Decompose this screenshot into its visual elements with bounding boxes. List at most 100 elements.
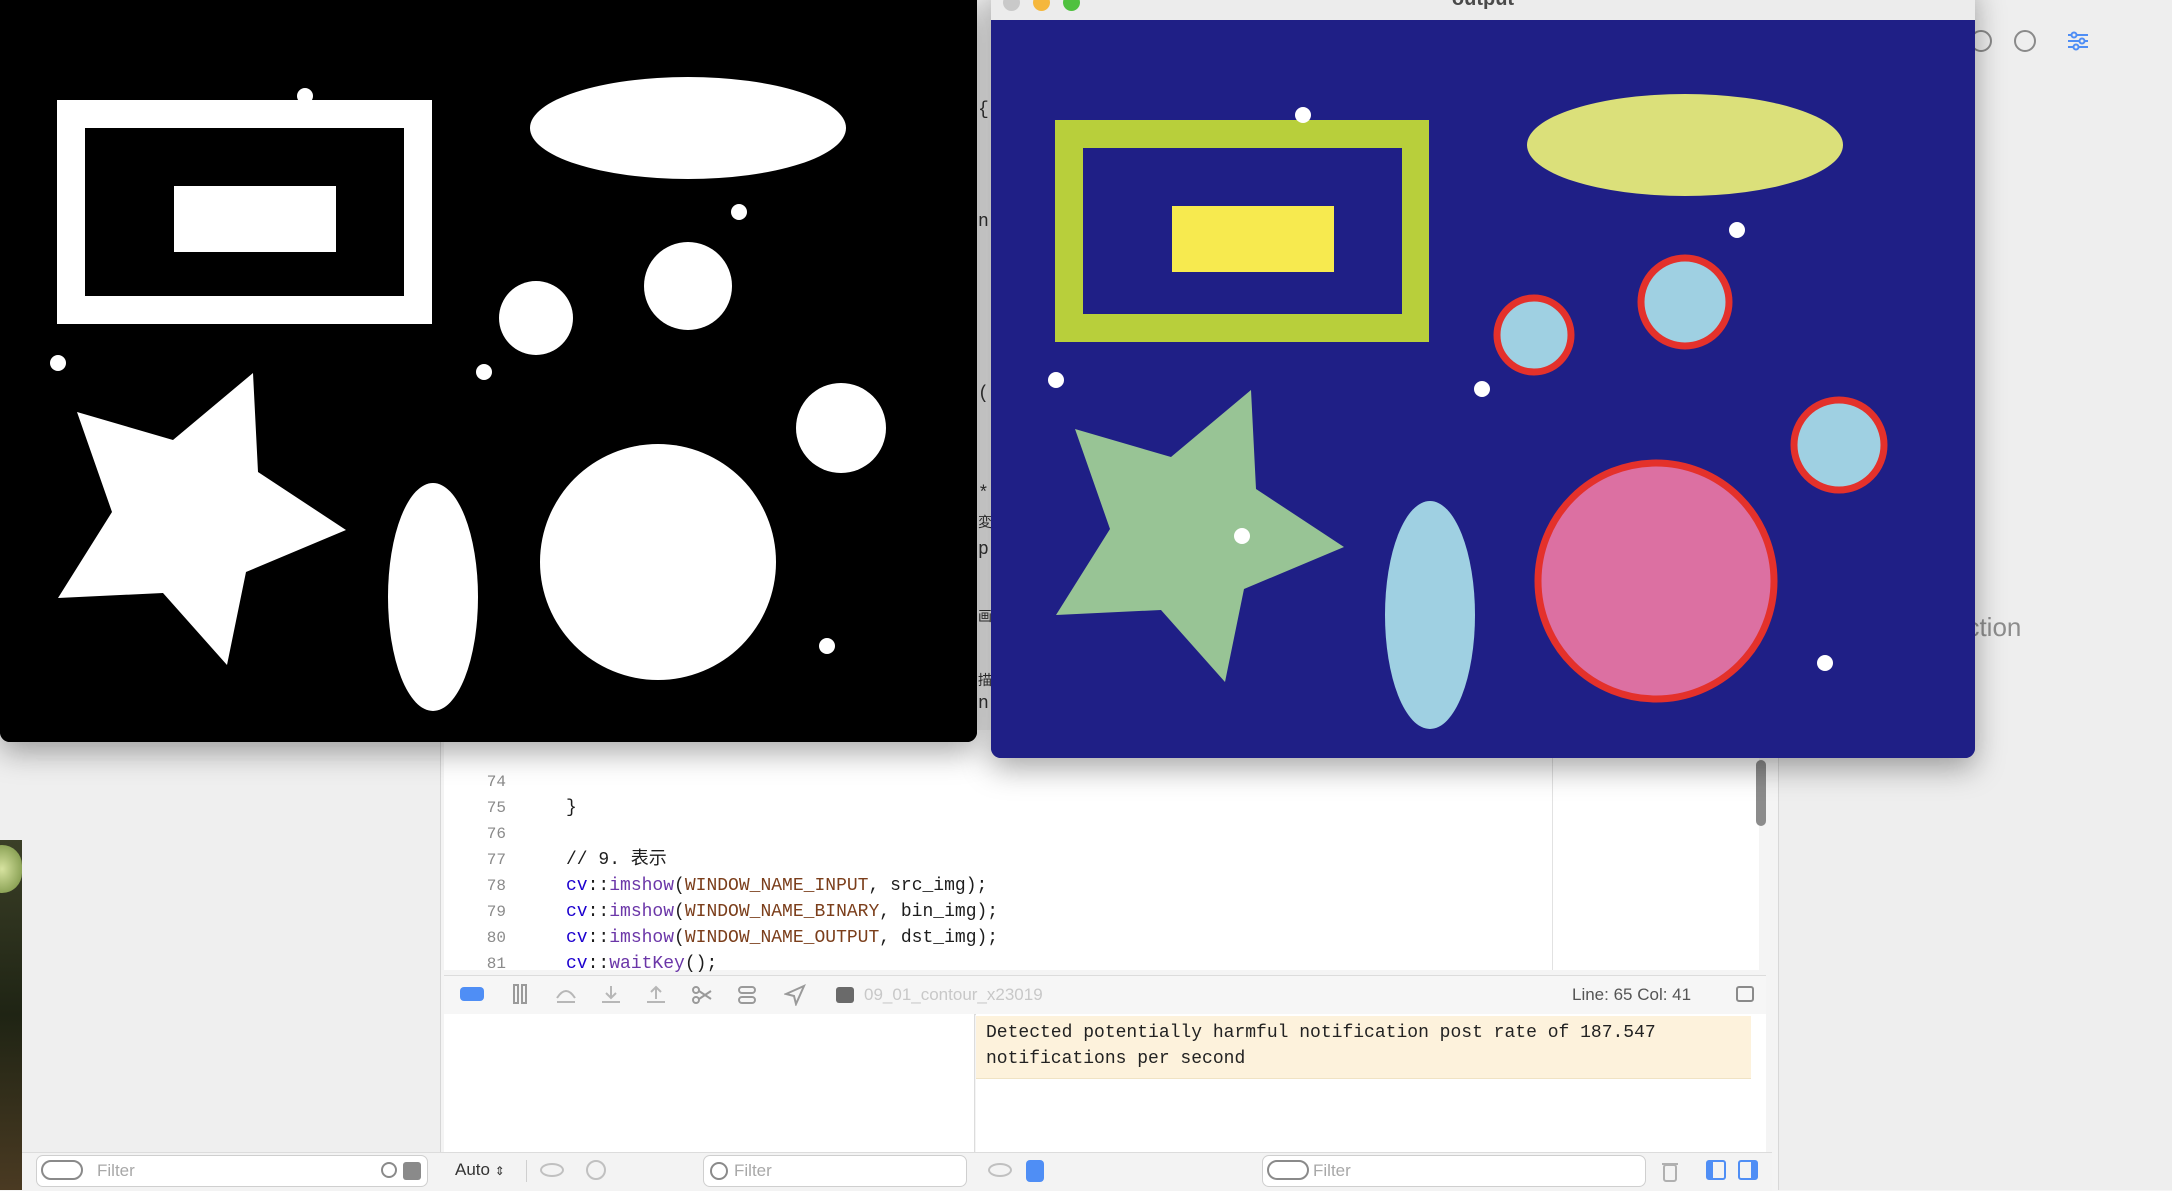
code-line: 77 cv::imshow(WINDOW_NAME_INPUT, src_img… <box>444 821 988 896</box>
code-line: 74 } <box>444 743 577 818</box>
scheme-name: 09_01_contour_x23019 <box>864 985 1043 1004</box>
code-line: 79 cv::imshow(WINDOW_NAME_OUTPUT, dst_im… <box>444 873 998 948</box>
partial-char: 描 <box>978 674 992 690</box>
variables-view <box>444 1014 975 1154</box>
cursor-position: Line: 65 Col: 41 <box>1572 985 1692 1004</box>
binary-dot <box>819 638 835 654</box>
partial-char: p <box>978 540 989 560</box>
split-left-icon[interactable] <box>1706 1160 1726 1180</box>
function-name: imshow <box>609 928 675 948</box>
binary-dot <box>297 88 313 104</box>
contoured-circle <box>1790 396 1888 494</box>
namespace: cv <box>566 954 588 974</box>
inspector-tabs <box>1970 28 2170 58</box>
binary-image-window[interactable] <box>0 0 977 742</box>
filter-placeholder: Filter <box>97 1161 135 1180</box>
macro-name: WINDOW_NAME_INPUT <box>684 876 869 896</box>
macro-name: WINDOW_NAME_BINARY <box>684 902 880 922</box>
namespace: cv <box>566 928 588 948</box>
partial-char: n <box>978 694 989 714</box>
trash-icon[interactable] <box>1662 1160 1678 1182</box>
console-eye-icon[interactable] <box>988 1163 1012 1177</box>
dot <box>1729 222 1745 238</box>
namespace: cv <box>566 876 588 896</box>
partial-char: ( <box>978 384 989 404</box>
filter-placeholder: Filter <box>734 1161 772 1180</box>
pink-big-circle <box>1534 459 1778 703</box>
terminal-icon <box>836 987 854 1003</box>
code-rest: , dst_img); <box>879 928 999 948</box>
code-rest: (); <box>684 954 718 974</box>
partial-char: 変 <box>978 516 992 532</box>
macro-name: WINDOW_NAME_OUTPUT <box>684 928 880 948</box>
location-icon[interactable] <box>782 984 806 1008</box>
code-rest: , src_img); <box>868 876 988 896</box>
eye-icon[interactable] <box>540 1163 564 1177</box>
auto-selector[interactable]: Auto ⇕ <box>455 1160 505 1180</box>
editor-minimap <box>1552 730 1759 970</box>
auto-label: Auto <box>455 1160 490 1179</box>
divider <box>526 1160 527 1182</box>
code-lines: 74 } 75 76 // 9. 表示 77 cv::imshow(WINDOW… <box>444 743 1544 974</box>
code-line: 76 // 9. 表示 <box>444 795 667 870</box>
binary-dot <box>476 364 492 380</box>
console-filter[interactable]: Filter <box>1262 1155 1646 1187</box>
debug-view-hierarchy-icon[interactable] <box>690 984 714 1006</box>
function-name: imshow <box>609 902 675 922</box>
memory-graph-icon[interactable] <box>736 984 758 1006</box>
console-toggle-icon[interactable] <box>1026 1160 1044 1182</box>
partial-char: 画 <box>978 610 992 626</box>
filter-options-icon[interactable] <box>1267 1160 1309 1180</box>
line-text: } <box>566 798 577 818</box>
attributes-inspector-icon[interactable] <box>2066 30 2090 52</box>
code-line: 75 <box>444 769 506 817</box>
breakpoints-toggle-icon[interactable] <box>460 987 484 1001</box>
console-warning: Detected potentially harmful notificatio… <box>976 1016 1751 1079</box>
navigator-filter[interactable]: Filter <box>36 1155 428 1187</box>
inner-yellow-rectangle <box>1172 206 1334 272</box>
variables-filter[interactable]: Filter <box>703 1155 967 1187</box>
output-window[interactable]: output <box>991 0 1975 758</box>
binary-circle <box>644 242 732 330</box>
function-name: waitKey <box>609 954 685 974</box>
dot <box>1234 528 1250 544</box>
code-rest: , bin_img); <box>879 902 999 922</box>
binary-vertical-ellipse <box>388 483 478 711</box>
line-number: 81 <box>486 955 506 973</box>
dot <box>1474 381 1490 397</box>
console-message: Detected potentially harmful notificatio… <box>986 1023 1656 1069</box>
window-title: output <box>991 0 1975 11</box>
pause-icon[interactable] <box>512 984 528 1004</box>
output-titlebar[interactable]: output <box>991 0 1975 21</box>
dot <box>1295 107 1311 123</box>
top-ellipse <box>1527 94 1843 196</box>
accessibility-icon[interactable] <box>2014 30 2036 52</box>
source-control-filter-icon[interactable] <box>403 1162 421 1180</box>
partial-char: * <box>978 484 989 504</box>
up-down-chevron-icon: ⇕ <box>494 1164 505 1178</box>
hide-console-icon[interactable] <box>1736 986 1754 1002</box>
binary-inner-rectangle <box>174 186 336 252</box>
contoured-circle <box>1637 254 1733 350</box>
binary-top-ellipse <box>530 77 846 179</box>
step-into-icon[interactable] <box>599 984 623 1004</box>
code-comment: // 9. 表示 <box>566 850 667 870</box>
filter-options-icon[interactable] <box>41 1160 83 1180</box>
split-right-icon[interactable] <box>1738 1160 1758 1180</box>
code-line: 80 cv::waitKey(); <box>444 899 717 974</box>
contour-output-image <box>991 20 1975 758</box>
partial-char: n <box>978 212 989 232</box>
editor-scrollbar[interactable] <box>1756 760 1766 826</box>
code-line: 78 cv::imshow(WINDOW_NAME_BINARY, bin_im… <box>444 847 998 922</box>
step-out-icon[interactable] <box>644 984 668 1004</box>
contoured-circle <box>1493 294 1575 376</box>
recent-files-icon[interactable] <box>381 1162 397 1178</box>
binary-dot <box>50 355 66 371</box>
navigator-sidebar <box>0 700 441 1190</box>
binary-big-circle <box>540 444 776 680</box>
step-over-icon[interactable] <box>554 984 578 1004</box>
dot <box>1817 655 1833 671</box>
vertical-ellipse <box>1385 501 1475 729</box>
namespace: cv <box>566 902 588 922</box>
info-icon[interactable] <box>586 1160 606 1180</box>
